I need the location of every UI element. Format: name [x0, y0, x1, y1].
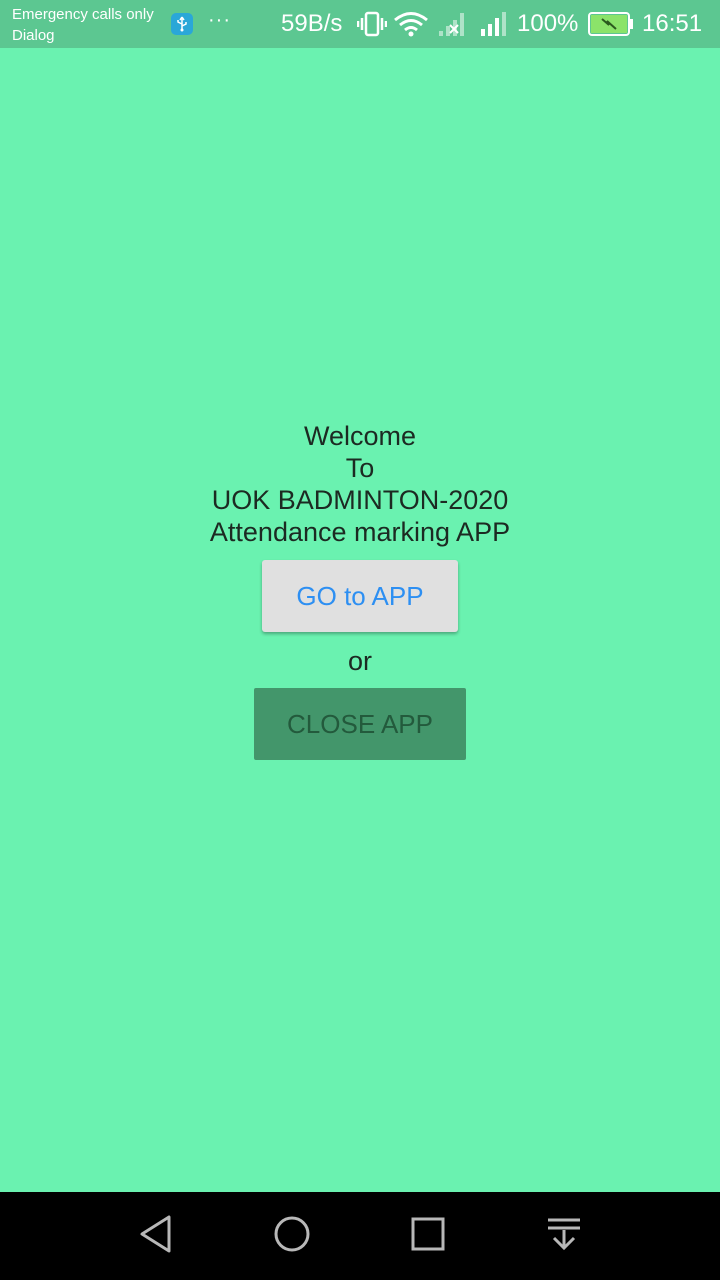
welcome-line-1: Welcome: [303, 421, 417, 451]
battery-percent: 100%: [517, 10, 579, 37]
navigation-bar: [0, 1192, 720, 1280]
close-app-button[interactable]: CLOSE APP: [254, 688, 466, 760]
welcome-line-3: UOK BADMINTON-2020: [211, 485, 509, 515]
clock: 16:51: [642, 10, 703, 37]
home-button[interactable]: [268, 1212, 316, 1260]
notification-drawer-icon: [546, 1216, 582, 1257]
signal-no-sim-icon: [438, 11, 468, 42]
recents-button[interactable]: [404, 1212, 452, 1260]
recents-icon: [411, 1217, 445, 1256]
welcome-line-4: Attendance marking APP: [209, 517, 511, 547]
wifi-icon: [393, 11, 429, 42]
back-icon: [138, 1214, 174, 1259]
usb-icon: [171, 13, 193, 35]
status-bar: Emergency calls only Dialog ··· 59B/s 10…: [0, 0, 720, 48]
more-icon: ···: [208, 9, 231, 31]
carrier-line-2: Dialog: [12, 27, 55, 44]
home-icon: [273, 1215, 311, 1258]
or-text: or: [347, 646, 372, 676]
carrier-line-1: Emergency calls only: [12, 6, 154, 23]
welcome-line-2: To: [345, 453, 375, 483]
signal-icon: [480, 11, 510, 42]
carrier-info: Emergency calls only Dialog: [12, 4, 154, 46]
welcome-message: Welcome To UOK BADMINTON-2020 Attendance…: [0, 420, 720, 548]
go-to-app-button[interactable]: GO to APP: [262, 560, 458, 632]
back-button[interactable]: [132, 1212, 180, 1260]
battery-charging-icon: [588, 12, 634, 41]
vibrate-icon: [356, 11, 388, 42]
notification-drawer-button[interactable]: [540, 1212, 588, 1260]
network-speed: 59B/s: [281, 10, 343, 37]
